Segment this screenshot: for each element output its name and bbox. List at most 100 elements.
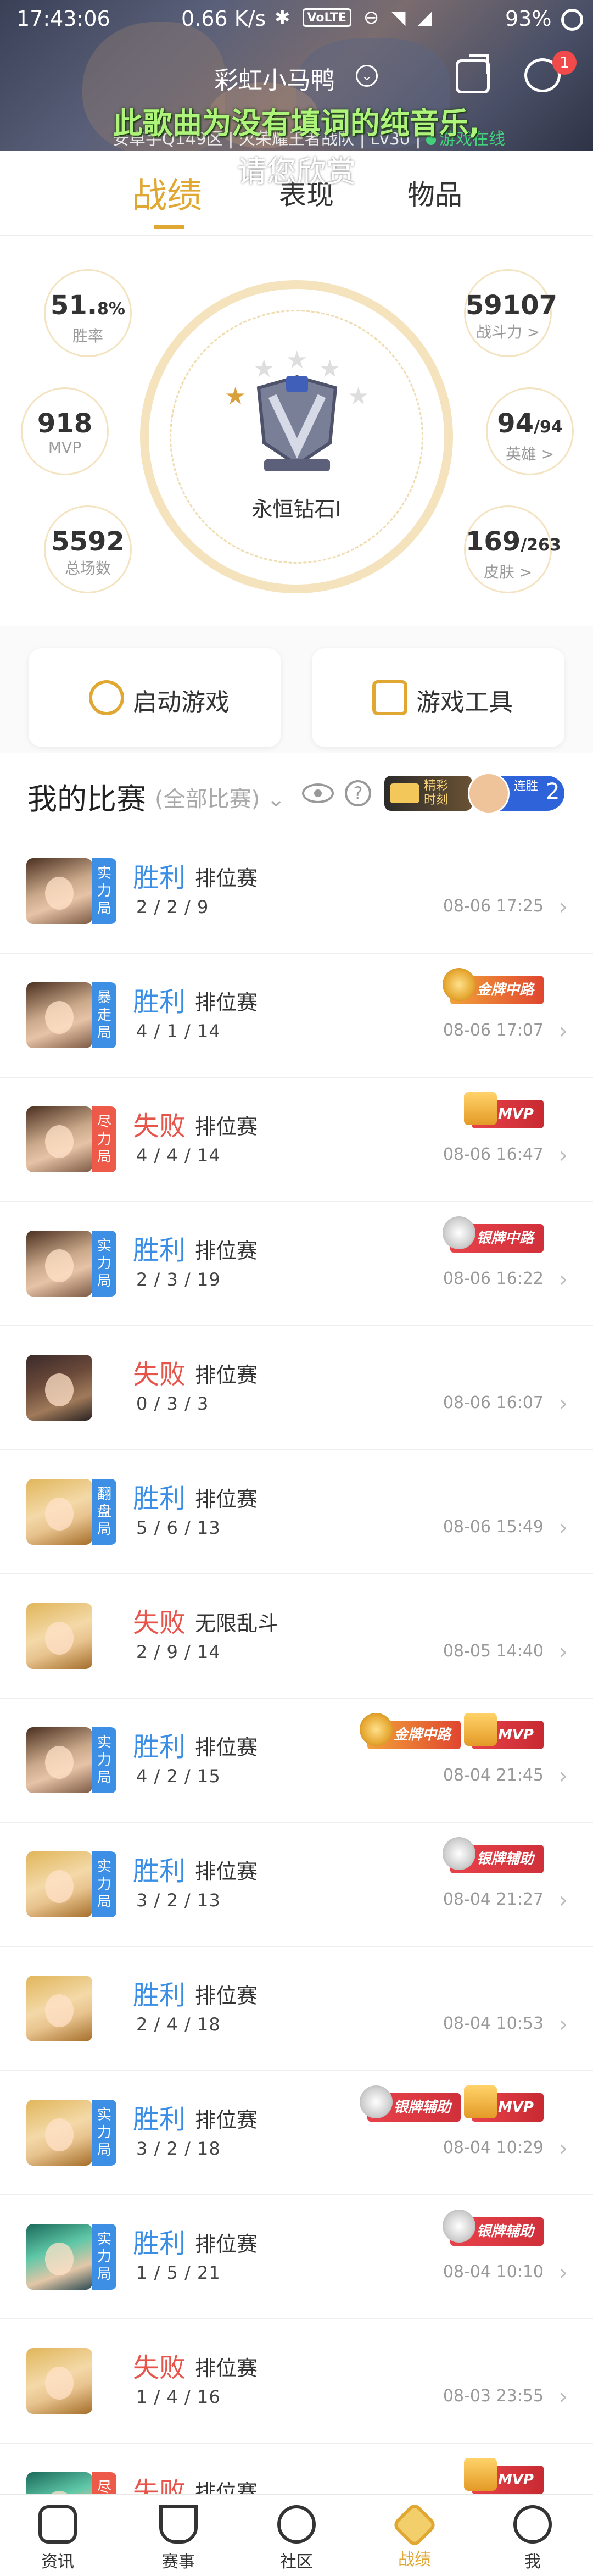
help-icon[interactable]: ? [345,780,371,806]
battery-percent: 93% [505,7,552,31]
stat-heroes-value: 94 [497,408,534,439]
match-result: 胜利 [133,987,186,1017]
highlights-button[interactable]: 精彩 时刻 [384,776,472,811]
match-row[interactable]: 失败 排位赛 0 / 3 / 3 08-06 16:07 › [0,1326,593,1450]
match-date: 08-06 17:07 [443,1021,544,1040]
highlight-label-top: 精彩 [424,779,449,793]
share-icon[interactable] [456,54,490,93]
lyric-overlay-line2: 请您欣赏 [237,154,356,189]
stat-power-value: 59107 [466,290,557,321]
match-row[interactable]: 实力局 胜利 排位赛 3 / 2 / 18 08-04 10:29 › 银牌辅助 MVP [0,2071,593,2195]
match-type: 排位赛 [195,1487,258,1511]
badge-label: 银牌辅助 [476,2223,534,2240]
match-row[interactable]: 实力局 胜利 排位赛 1 / 5 / 21 08-04 10:10 › 银牌辅助 [0,2195,593,2319]
match-row[interactable]: 失败 排位赛 1 / 4 / 16 08-03 23:55 › [0,2319,593,2444]
match-date: 08-05 14:40 [443,1642,544,1661]
record-icon [391,2501,438,2549]
stat-mvp-label: MVP [48,438,82,457]
match-date: 08-06 16:22 [443,1269,544,1288]
nav-news[interactable]: 资讯 [16,2505,99,2572]
game-tools-button[interactable]: 游戏工具 [312,648,564,747]
match-badges: 银牌辅助 MVP [359,2085,544,2122]
wifi-icon: ◥ [391,7,406,29]
match-row[interactable]: 实力局 胜利 排位赛 2 / 3 / 19 08-06 16:22 › 银牌中路 [0,1202,593,1326]
rank-star-icon: ★ [348,382,370,410]
match-row[interactable]: 实力局 胜利 排位赛 4 / 2 / 15 08-04 21:45 › 金牌中路 MVP [0,1699,593,1823]
hero-portrait [45,1994,74,2027]
hero-avatar [26,1479,92,1545]
match-mode-tag: 实力局 [92,1727,116,1793]
match-row[interactable]: 实力局 胜利 排位赛 3 / 2 / 13 08-04 21:27 › 银牌辅助 [0,1823,593,1947]
match-type: 排位赛 [195,1735,258,1760]
match-date: 08-03 23:55 [443,2386,544,2406]
match-badges: 银牌辅助 [442,2210,544,2246]
match-type: 排位赛 [195,2108,258,2132]
nav-record[interactable]: 战绩 [373,2501,456,2570]
stat-power-label: 战斗力 > [475,323,540,341]
match-date: 08-04 10:10 [443,2262,544,2282]
hero-portrait [45,877,74,910]
diamond-rank-icon [256,375,338,471]
launch-game-button[interactable]: 启动游戏 [29,648,281,747]
nav-profile[interactable]: 我 [491,2505,574,2572]
hero-avatar [26,1355,92,1421]
action-buttons: 启动游戏 游戏工具 [0,626,593,753]
stat-heroes-label: 英雄 > [505,445,555,463]
match-row[interactable]: 实力局 胜利 排位赛 2 / 2 / 9 08-06 17:25 › [0,830,593,954]
match-kda: 4 / 2 / 15 [136,1766,221,1787]
mvp-medal-icon [463,2458,497,2491]
chevron-right-icon: › [559,2136,568,2161]
silver-medal-icon [442,2210,475,2243]
tab-active-indicator [154,225,184,229]
match-date: 08-06 17:25 [443,897,544,916]
news-icon [38,2505,77,2544]
status-time: 17:43:06 [16,7,110,31]
bottom-nav: 资讯 赛事 社区 战绩 我 [0,2494,593,2576]
chevron-right-icon: › [559,1019,568,1044]
match-row[interactable]: 胜利 排位赛 2 / 4 / 18 08-04 10:53 › [0,1947,593,2071]
match-row[interactable]: 翻盘局 胜利 排位赛 5 / 6 / 13 08-06 15:49 › [0,1450,593,1574]
player-nickname[interactable]: 彩虹小马鸭 [214,60,335,96]
match-kda: 4 / 1 / 14 [136,1021,221,1042]
status-net-speed: 0.66 K/s [181,7,266,31]
stat-win-rate: 51.8% 胜率 [44,269,132,357]
match-badges: MVP [463,1092,544,1128]
my-matches-header: 我的比赛 (全部比赛) ⌄ ? 精彩 时刻 连胜 2 [0,753,593,830]
hero-avatar [26,1106,92,1172]
match-result: 胜利 [133,1856,186,1887]
chevron-right-icon: › [559,1143,568,1168]
nav-community[interactable]: 社区 [255,2505,338,2572]
stat-power[interactable]: 59107 战斗力 > [464,269,557,357]
chevron-right-icon: › [559,2012,568,2037]
stat-heroes-suffix: /94 [534,418,563,437]
match-kda: 2 / 3 / 19 [136,1269,221,1290]
profile-icon [513,2505,552,2544]
trophy-icon [159,2505,198,2544]
match-result: 胜利 [133,1732,186,1762]
chevron-right-icon: › [559,894,568,920]
mvp-medal-icon [463,1092,497,1125]
nav-profile-label: 我 [524,2552,541,2572]
chevron-down-icon[interactable]: ⌄ [356,65,378,87]
match-kda: 4 / 4 / 14 [136,1145,221,1166]
match-row[interactable]: 尽力局 失败 排位赛 4 / 4 / 14 08-06 16:47 › MVP [0,1078,593,1202]
match-kda: 1 / 4 / 16 [136,2386,221,2407]
stat-heroes[interactable]: 94/94 英雄 > [486,387,574,475]
rank-emblem[interactable]: ★ ★ ★ ★ ★ 永恒钻石I [140,280,453,593]
status-bar: 17:43:06 0.66 K/s ✱ VoLTE ⊖ ◥ ◢ 93% [0,0,593,40]
mvp-medal-badge: MVP [463,1092,544,1128]
badge-label: 银牌中路 [476,1230,534,1247]
match-row[interactable]: 失败 无限乱斗 2 / 9 / 14 08-05 14:40 › [0,1574,593,1699]
signal-icon: ◢ [417,7,432,29]
toolbox-icon [372,680,407,715]
match-kda: 2 / 9 / 14 [136,1642,221,1662]
nav-events[interactable]: 赛事 [137,2505,220,2572]
stat-skins[interactable]: 169/263 皮肤 > [464,505,561,593]
win-streak-badge[interactable]: 连胜 2 [468,772,564,814]
match-filter-dropdown[interactable]: (全部比赛) ⌄ [155,781,285,813]
visibility-icon[interactable] [302,783,334,803]
match-mode-tag: 实力局 [92,2224,116,2290]
rank-star-icon: ★ [286,346,308,374]
match-badges: MVP [463,2458,544,2494]
match-row[interactable]: 暴走局 胜利 排位赛 4 / 1 / 14 08-06 17:07 › 金牌中路 [0,954,593,1078]
